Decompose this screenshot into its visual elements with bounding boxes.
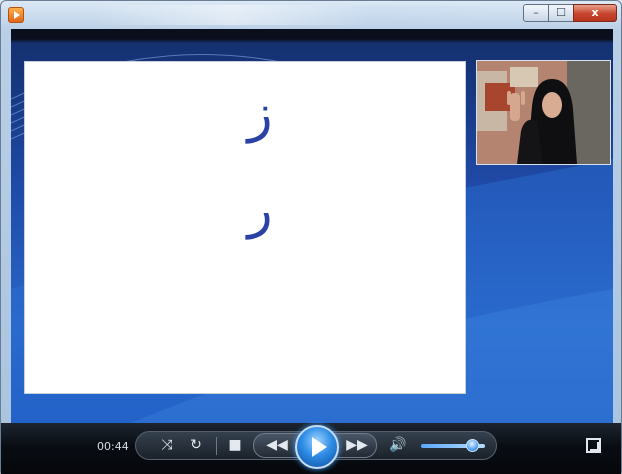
previous-icon[interactable]: ◀◀ xyxy=(263,435,291,455)
media-player-window: – ☐ x ز ر 00:44 ⤨ ↻ ■ ◀◀ ▶▶ 🔊 xyxy=(0,0,622,474)
volume-icon[interactable]: 🔊 xyxy=(387,435,409,455)
title-bar-decoration xyxy=(91,5,511,25)
elapsed-time: 00:44 xyxy=(97,440,129,453)
sign-language-interpreter-video xyxy=(476,60,611,165)
stop-icon[interactable]: ■ xyxy=(225,435,245,455)
shuffle-icon[interactable]: ⤨ xyxy=(157,435,177,455)
minimize-button[interactable]: – xyxy=(523,4,549,22)
lesson-slide: ز ر xyxy=(24,61,466,394)
switch-to-library-icon[interactable] xyxy=(586,438,601,453)
interpreter-frame xyxy=(477,61,610,164)
volume-slider-thumb[interactable] xyxy=(465,439,479,452)
arabic-letter-ra: ر xyxy=(247,180,273,240)
close-button[interactable]: x xyxy=(573,4,617,22)
video-display-area[interactable]: ز ر xyxy=(11,29,613,423)
next-icon[interactable]: ▶▶ xyxy=(343,435,371,455)
maximize-button[interactable]: ☐ xyxy=(548,4,574,22)
controls-divider xyxy=(216,437,217,455)
repeat-icon[interactable]: ↻ xyxy=(186,435,206,455)
title-bar[interactable]: – ☐ x xyxy=(1,1,621,29)
arabic-letter-zay: ز xyxy=(247,84,273,144)
playback-controls: 00:44 ⤨ ↻ ■ ◀◀ ▶▶ 🔊 xyxy=(1,423,621,474)
media-player-app-icon xyxy=(8,7,24,23)
play-button[interactable] xyxy=(295,425,339,469)
